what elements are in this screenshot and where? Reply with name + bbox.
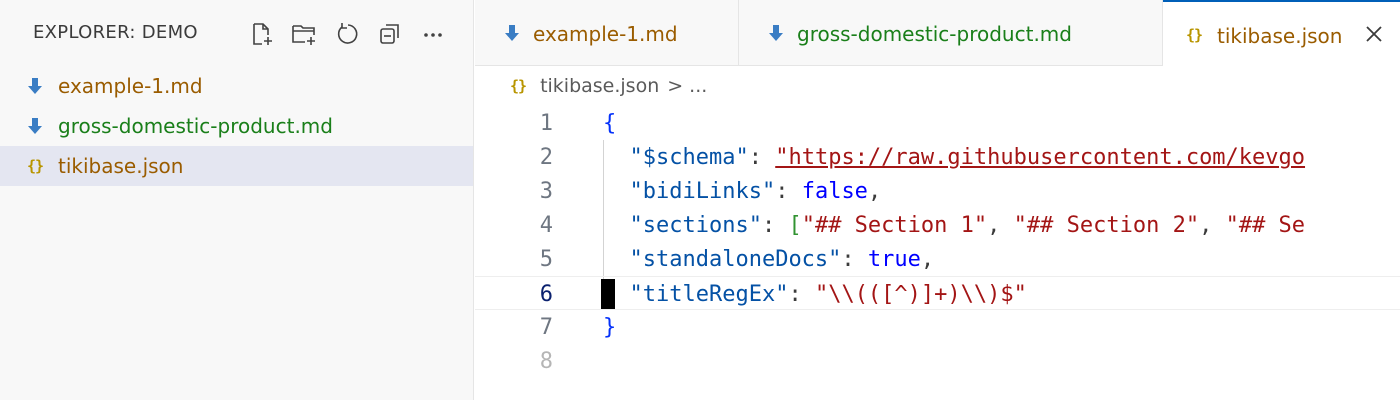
close-brace: } xyxy=(603,315,617,340)
tab-label: example-1.md xyxy=(533,22,678,46)
json-braces-icon: {} xyxy=(26,157,44,175)
file-item-label: gross-domestic-product.md xyxy=(58,114,333,138)
tab-gross-domestic-product[interactable]: gross-domestic-product.md xyxy=(739,0,1163,66)
code-line: 8 xyxy=(475,344,1400,378)
code-text: "titleRegEx": "\\(([^)]+)\\)$" xyxy=(603,282,1027,307)
code-line: 2 "$schema": "https://raw.githubusercont… xyxy=(475,140,1400,174)
json-comma: , xyxy=(920,247,935,272)
close-icon[interactable] xyxy=(1362,22,1386,46)
new-folder-icon[interactable] xyxy=(289,18,319,50)
code-text: "standaloneDocs": true, xyxy=(603,247,935,272)
more-icon[interactable] xyxy=(418,18,448,50)
explorer-title: EXPLORER: DEMO xyxy=(33,22,198,43)
file-item-tikibase[interactable]: {} tikibase.json xyxy=(0,146,473,186)
json-bool-value: false xyxy=(801,179,868,204)
tab-label: gross-domestic-product.md xyxy=(797,22,1072,46)
json-key: "$schema" xyxy=(629,145,749,170)
json-key: "titleRegEx" xyxy=(629,282,789,307)
file-item-gross-domestic-product[interactable]: gross-domestic-product.md xyxy=(0,106,473,146)
json-key: "sections" xyxy=(629,213,762,238)
code-line: 4 "sections": ["## Section 1", "## Secti… xyxy=(475,208,1400,242)
line-number: 4 xyxy=(539,213,553,238)
json-string-value: "## Section 1" xyxy=(801,213,988,238)
line-number: 1 xyxy=(539,111,553,136)
tab-example-1[interactable]: example-1.md xyxy=(475,0,739,66)
markdown-download-icon xyxy=(501,22,523,44)
file-item-label: example-1.md xyxy=(58,74,203,98)
breadcrumb-file[interactable]: tikibase.json xyxy=(540,75,659,97)
line-number: 6 xyxy=(539,282,553,307)
code-text: "$schema": "https://raw.githubuserconten… xyxy=(603,145,1306,170)
code-text: "sections": ["## Section 1", "## Section… xyxy=(603,213,1306,238)
code-line-current: 6 "titleRegEx": "\\(([^)]+)\\)$" xyxy=(475,276,1400,310)
breadcrumb: {} tikibase.json > ... xyxy=(510,73,707,99)
json-url-value[interactable]: "https://raw.githubusercontent.com/kevgo xyxy=(775,145,1305,170)
code-text: { xyxy=(603,111,616,136)
tab-tikibase[interactable]: {} tikibase.json xyxy=(1163,0,1400,67)
code-line: 1 { xyxy=(475,106,1400,140)
line-number: 2 xyxy=(539,145,553,170)
file-item-label: tikibase.json xyxy=(58,154,184,178)
code-text: "bidiLinks": false, xyxy=(603,179,882,204)
code-line: 7 } xyxy=(475,310,1400,344)
json-bool-value: true xyxy=(867,247,921,272)
open-bracket: [ xyxy=(788,213,802,238)
line-number: 8 xyxy=(539,349,553,374)
json-key: "standaloneDocs" xyxy=(629,247,842,272)
json-comma: , xyxy=(1199,213,1226,238)
code-line: 5 "standaloneDocs": true, xyxy=(475,242,1400,276)
new-file-icon[interactable] xyxy=(246,18,276,50)
collapse-all-icon[interactable] xyxy=(375,18,405,50)
explorer-header: EXPLORER: DEMO xyxy=(0,0,474,66)
json-braces-icon: {} xyxy=(1185,26,1203,44)
code-line: 3 "bidiLinks": false, xyxy=(475,174,1400,208)
line-number: 5 xyxy=(539,247,553,272)
json-braces-icon: {} xyxy=(510,77,527,95)
file-item-example-1[interactable]: example-1.md xyxy=(0,66,473,106)
open-brace: { xyxy=(603,111,617,136)
code-text: } xyxy=(603,315,616,340)
line-number: 3 xyxy=(539,179,553,204)
json-colon: : xyxy=(761,213,789,238)
code-editor[interactable]: 1 { 2 "$schema": "https://raw.githubuser… xyxy=(475,106,1400,400)
markdown-download-icon xyxy=(24,115,46,137)
explorer-sidebar: EXPLORER: DEMO example-1.md gross-domest… xyxy=(0,0,474,400)
json-colon: : xyxy=(841,247,868,272)
json-colon: : xyxy=(788,282,815,307)
json-string-value: "## Se xyxy=(1225,213,1306,238)
breadcrumb-separator: > xyxy=(667,75,684,97)
json-comma: , xyxy=(867,179,882,204)
line-number: 7 xyxy=(539,315,553,340)
json-string-value: "\\(([^)]+)\\)$" xyxy=(814,282,1027,307)
editor-tab-bar: example-1.md gross-domestic-product.md {… xyxy=(475,0,1400,67)
json-comma: , xyxy=(987,213,1014,238)
markdown-download-icon xyxy=(24,75,46,97)
refresh-icon[interactable] xyxy=(332,18,362,50)
json-string-value: "## Section 2" xyxy=(1013,213,1200,238)
markdown-download-icon xyxy=(765,22,787,44)
tab-label: tikibase.json xyxy=(1217,24,1343,48)
json-colon: : xyxy=(775,179,802,204)
json-colon: : xyxy=(748,145,776,170)
json-key: "bidiLinks" xyxy=(629,179,776,204)
breadcrumb-more[interactable]: ... xyxy=(689,75,707,97)
